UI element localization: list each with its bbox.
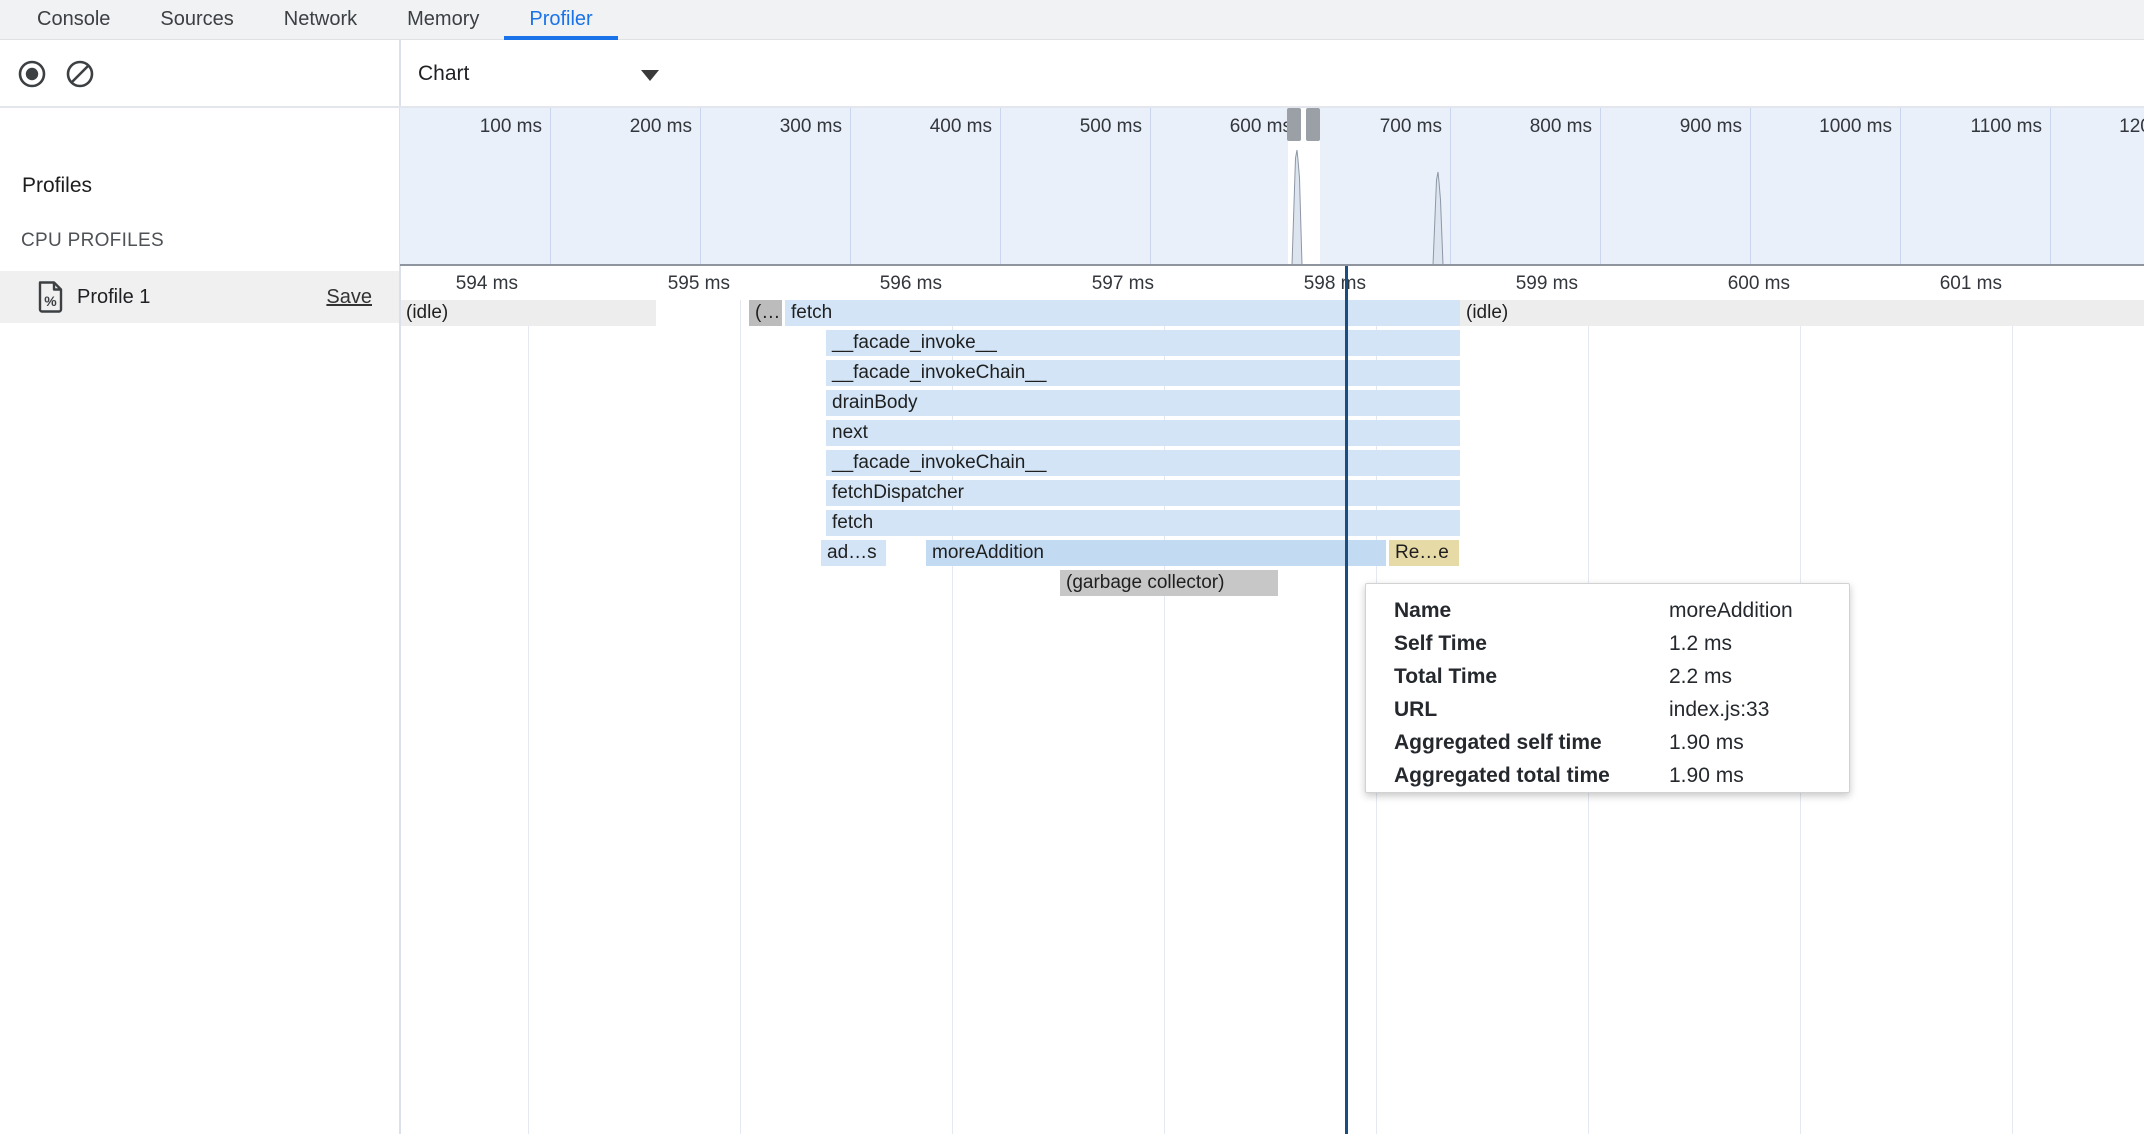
tooltip-row-label: URL	[1394, 694, 1669, 727]
ruler-tick-label: 597 ms	[1004, 273, 1154, 297]
grid-line	[2012, 300, 2013, 1134]
devtools-tab-bar: ConsoleSourcesNetworkMemoryProfiler	[0, 0, 2144, 40]
grid-line	[528, 300, 529, 1134]
svg-text:%: %	[44, 293, 57, 309]
flame-block-facade-invokechain[interactable]: __facade_invokeChain__	[826, 360, 1460, 386]
overview-tick-label: 1200 ms	[2046, 116, 2144, 140]
sidebar-item-profile-1[interactable]: % Profile 1 Save	[0, 271, 399, 323]
flame-block-idle[interactable]: (idle)	[401, 300, 656, 326]
flame-block-facade-invokechain[interactable]: __facade_invokeChain__	[826, 450, 1460, 476]
overview-tick-label: 400 ms	[846, 116, 992, 140]
tooltip-row-value: index.js:33	[1669, 694, 1849, 727]
flame-block-[interactable]: (…	[749, 300, 782, 326]
selection-handle-right[interactable]	[1306, 108, 1320, 141]
overview-tick-label: 900 ms	[1596, 116, 1742, 140]
tooltip-row-label: Self Time	[1394, 628, 1669, 661]
profile-overview-timeline[interactable]: 100 ms200 ms300 ms400 ms500 ms600 ms700 …	[400, 108, 2144, 264]
tooltip-row: Aggregated total time1.90 ms	[1394, 760, 1849, 793]
tooltip-row-label: Total Time	[1394, 661, 1669, 694]
ruler-tick-label: 601 ms	[1852, 273, 2002, 297]
flame-block-facade-invoke[interactable]: __facade_invoke__	[826, 330, 1460, 356]
tooltip-row-value: 1.90 ms	[1669, 760, 1849, 793]
flame-block-fetchdispatcher[interactable]: fetchDispatcher	[826, 480, 1460, 506]
flame-block-ad-s[interactable]: ad…s	[821, 540, 886, 566]
overview-tick-label: 200 ms	[546, 116, 692, 140]
profiler-toolbar	[0, 41, 399, 106]
overview-tick-label: 300 ms	[696, 116, 842, 140]
flame-block-fetch[interactable]: fetch	[785, 300, 1460, 326]
tab-profiler[interactable]: Profiler	[504, 0, 617, 39]
ruler-tick-label: 594 ms	[401, 273, 518, 297]
tooltip-row-value: 1.90 ms	[1669, 727, 1849, 760]
record-icon	[17, 59, 47, 89]
record-profile-button[interactable]	[17, 59, 47, 89]
ruler-tick-label: 595 ms	[580, 273, 730, 297]
flame-block-drainbody[interactable]: drainBody	[826, 390, 1460, 416]
tab-console[interactable]: Console	[12, 0, 135, 39]
tab-network[interactable]: Network	[259, 0, 382, 39]
clear-profiles-button[interactable]	[65, 59, 95, 89]
devtools-profiler-panel: ConsoleSourcesNetworkMemoryProfiler Prof…	[0, 0, 2144, 1134]
clear-icon	[65, 59, 95, 89]
view-mode-select[interactable]: Chart	[418, 55, 668, 93]
flame-block-garbage-collector[interactable]: (garbage collector)	[1060, 570, 1278, 596]
flame-block-fetch[interactable]: fetch	[826, 510, 1460, 536]
tooltip-row-value: moreAddition	[1669, 595, 1849, 628]
flame-block-idle[interactable]: (idle)	[1460, 300, 2144, 326]
chart-toolbar: Chart	[401, 41, 2144, 106]
flame-block-re-e[interactable]: Re…e	[1389, 540, 1459, 566]
profile-item-label: Profile 1	[77, 286, 150, 309]
overview-tick-label: 1000 ms	[1746, 116, 1892, 140]
profiles-heading: Profiles	[22, 174, 92, 198]
overview-tick-label: 1100 ms	[1896, 116, 2042, 140]
tooltip-row-label: Aggregated self time	[1394, 727, 1669, 760]
flame-chart[interactable]: 594 ms 595 ms 596 ms 597 ms 598 ms 599 ms 600 …	[401, 266, 2144, 1134]
cpu-profiles-section-header: CPU PROFILES	[21, 230, 164, 252]
flame-block-moreaddition[interactable]: moreAddition	[926, 540, 1386, 566]
tooltip-row-label: Aggregated total time	[1394, 760, 1669, 793]
frame-details-tooltip: NamemoreAdditionSelf Time1.2 msTotal Tim…	[1365, 583, 1850, 793]
playhead-line[interactable]	[1345, 266, 1348, 1134]
tooltip-row: NamemoreAddition	[1394, 595, 1849, 628]
profiler-sidebar: Profiles CPU PROFILES % Profile 1 Save	[0, 41, 400, 1134]
tooltip-row-label: Name	[1394, 595, 1669, 628]
tooltip-row-value: 1.2 ms	[1669, 628, 1849, 661]
chevron-down-icon	[641, 70, 659, 81]
grid-line	[740, 300, 741, 1134]
tooltip-row: Total Time2.2 ms	[1394, 661, 1849, 694]
tooltip-row: URLindex.js:33	[1394, 694, 1849, 727]
save-profile-link[interactable]: Save	[326, 286, 372, 309]
ruler-tick-label: 600 ms	[1640, 273, 1790, 297]
overview-tick-label: 800 ms	[1446, 116, 1592, 140]
overview-tick-label: 600 ms	[1146, 116, 1292, 140]
overview-tick-label: 100 ms	[400, 116, 542, 140]
overview-tick-label: 500 ms	[996, 116, 1142, 140]
tooltip-row: Aggregated self time1.90 ms	[1394, 727, 1849, 760]
ruler-tick-label: 599 ms	[1428, 273, 1578, 297]
ruler-tick-label: 598 ms	[1216, 273, 1366, 297]
flame-block-next[interactable]: next	[826, 420, 1460, 446]
profile-document-icon: %	[37, 281, 64, 313]
selection-handle-left[interactable]	[1287, 108, 1301, 141]
tooltip-row-value: 2.2 ms	[1669, 661, 1849, 694]
tooltip-row: Self Time1.2 ms	[1394, 628, 1849, 661]
tab-sources[interactable]: Sources	[135, 0, 258, 39]
view-mode-value: Chart	[418, 62, 469, 86]
ruler-tick-label: 596 ms	[792, 273, 942, 297]
tab-memory[interactable]: Memory	[382, 0, 504, 39]
